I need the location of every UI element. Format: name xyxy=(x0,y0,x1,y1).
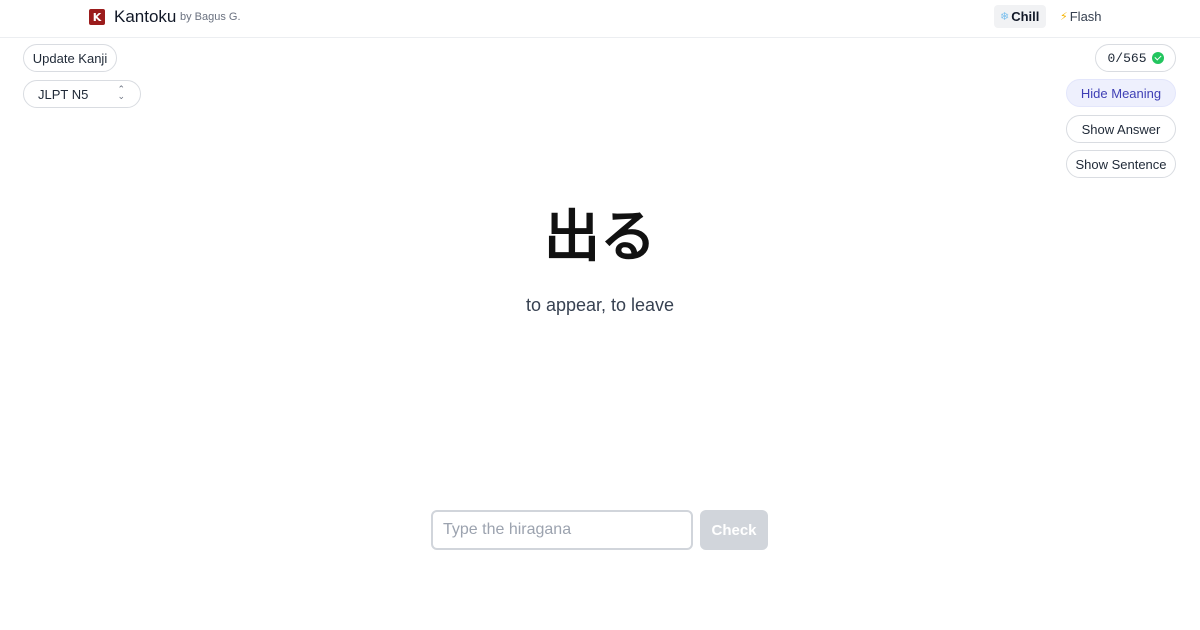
kantoku-logo-icon: K xyxy=(89,9,105,25)
kanji-meaning: to appear, to leave xyxy=(525,295,675,315)
check-button[interactable]: Check xyxy=(700,510,768,550)
mode-flash-button[interactable]: ⚡ Flash xyxy=(1054,5,1112,28)
hiragana-input[interactable] xyxy=(431,510,693,550)
kanji-word: 出る xyxy=(544,205,656,270)
snowflake-icon: ❄ xyxy=(1000,10,1010,23)
mode-chill-label: Chill xyxy=(1011,9,1040,24)
logo-letter: K xyxy=(92,10,102,24)
app-title: Kantoku xyxy=(114,7,177,26)
lightning-icon: ⚡ xyxy=(1060,10,1068,23)
author-byline: by Bagus G. xyxy=(180,11,241,23)
mode-flash-label: Flash xyxy=(1069,9,1102,24)
chevron-up-down-icon: ⌃ ⌄ xyxy=(117,85,125,102)
hide-meaning-button[interactable]: Hide Meaning xyxy=(1066,79,1176,107)
check-circle-icon xyxy=(1151,52,1164,64)
progress-count: 0/565 xyxy=(1107,50,1147,66)
jlpt-level-select[interactable]: JLPT N5 ⌃ ⌄ xyxy=(23,80,141,108)
progress-counter: 0/565 xyxy=(1095,44,1176,72)
mode-chill-button[interactable]: ❄ Chill xyxy=(994,5,1046,28)
jlpt-level-value: JLPT N5 xyxy=(38,86,89,102)
update-kanji-button[interactable]: Update Kanji xyxy=(23,44,117,72)
top-bar: K Kantoku by Bagus G. ❄ Chill ⚡ Flash xyxy=(0,0,1200,38)
show-answer-button[interactable]: Show Answer xyxy=(1066,115,1176,143)
show-sentence-button[interactable]: Show Sentence xyxy=(1066,150,1176,178)
